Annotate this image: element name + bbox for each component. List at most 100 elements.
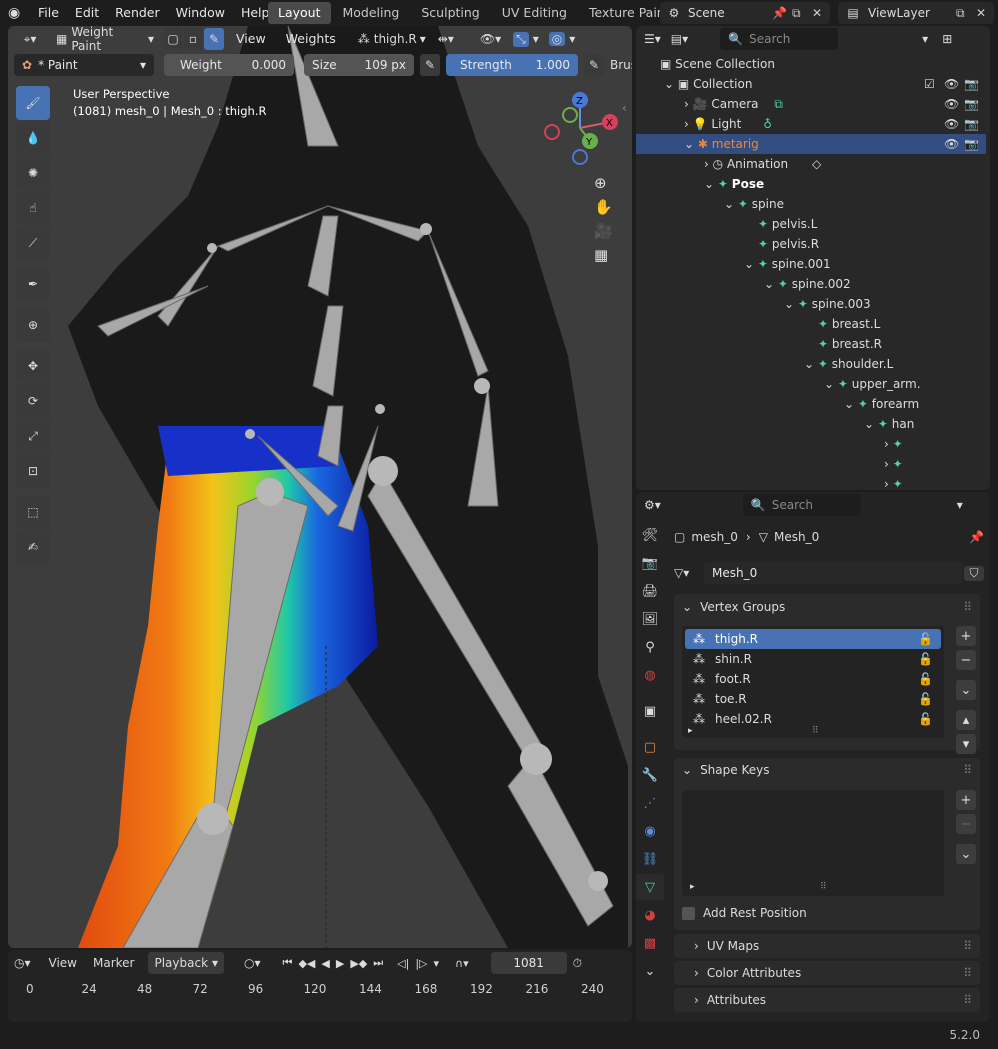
smear-tool[interactable]: ☝ — [16, 191, 50, 225]
tree-row-pose[interactable]: ⌄ ✦ Pose — [636, 174, 986, 194]
tab-material[interactable]: ◕ — [636, 902, 664, 928]
chevron-down-icon[interactable]: ▾ — [957, 498, 963, 512]
annotate-tool[interactable]: ✍ — [16, 530, 50, 564]
playback-menu[interactable]: Playback ▾ — [148, 952, 225, 974]
chevron-down-icon[interactable]: ⌄ — [804, 357, 814, 371]
chevron-right-icon[interactable]: › — [684, 117, 689, 131]
tree-row-bone[interactable]: ✦ pelvis.L — [636, 214, 986, 234]
tab-uv-editing[interactable]: UV Editing — [492, 2, 577, 24]
camera-render-icon[interactable]: 📷 — [964, 74, 979, 94]
chevron-down-icon[interactable]: ▾ — [433, 957, 439, 970]
menu-window[interactable]: Window — [168, 0, 233, 26]
chevron-right-icon[interactable]: › — [884, 477, 889, 490]
list-item[interactable]: ⁂ thigh.R 🔓 — [685, 629, 941, 649]
chevron-down-icon[interactable]: ⌄ — [664, 77, 674, 91]
chevron-down-icon[interactable]: ▾ — [533, 32, 539, 46]
drag-handle-icon[interactable]: ⠿ — [963, 600, 972, 614]
timeline-ruler[interactable]: 0 24 48 72 96 120 144 168 192 216 240 — [8, 980, 632, 1020]
gizmo-toggle-icon[interactable]: ⤡ — [513, 31, 529, 47]
bone-select-button[interactable]: ✎ — [204, 28, 224, 50]
move-down-button[interactable]: ▾ — [956, 734, 976, 754]
triangle-right-icon[interactable]: ▸ — [690, 882, 695, 892]
checkbox-icon[interactable] — [682, 906, 695, 920]
chevron-down-icon[interactable]: ⌄ — [764, 277, 774, 291]
3d-viewport[interactable]: ⌖▾ ▦ Weight Paint ▾ ▢ ▫ ✎ View Weights ⁂… — [8, 26, 632, 948]
tab-view-layer[interactable]: 🖼 — [636, 606, 664, 632]
select-box-tool[interactable]: ⬚ — [16, 495, 50, 529]
tree-row-animation[interactable]: › ◷ Animation ◇ — [636, 154, 986, 174]
blender-logo-icon[interactable]: ◉ — [8, 5, 30, 21]
prev-frame-icon[interactable]: ◁| — [397, 957, 409, 970]
chevron-right-icon[interactable]: › — [884, 457, 889, 471]
symmetry-icon[interactable]: ⇹▾ — [438, 32, 454, 46]
drag-handle-icon[interactable]: ⠿ — [963, 961, 972, 985]
prev-keyframe-icon[interactable]: ◆◀ — [298, 957, 315, 970]
tree-row-bone[interactable]: ✦ breast.R — [636, 334, 986, 354]
camera-render-icon[interactable]: 📷 — [964, 94, 979, 114]
clock-icon[interactable]: ⏱ — [573, 956, 582, 971]
tab-particles[interactable]: ⋰ — [636, 790, 664, 816]
tree-row-metarig[interactable]: ⌄ ✱ metarig 👁 📷 — [636, 134, 986, 154]
timeline[interactable]: ◷▾ View Marker Playback ▾ ○▾ ⏮ ◆◀ ◀ ▶ ▶◆… — [8, 950, 632, 1022]
rotate-tool[interactable]: ⟳ — [16, 384, 50, 418]
scene-selector[interactable]: ⚙ Scene 📌 ⧉ ✕ — [660, 2, 830, 24]
navigation-gizmo[interactable]: Z X Y — [540, 90, 626, 168]
tab-object[interactable]: ▢ — [636, 734, 664, 760]
tab-scene[interactable]: ⚲ — [636, 634, 664, 660]
overlay-toggle-icon[interactable]: ◎ — [548, 32, 566, 46]
pressure-size-icon[interactable]: ✎ — [420, 54, 440, 76]
play-reverse-icon[interactable]: ◀ — [321, 957, 329, 970]
chevron-right-icon[interactable]: › — [884, 437, 889, 451]
editor-type-button[interactable]: ⌖▾ — [14, 28, 46, 50]
vertex-group-menu-button[interactable]: ⌄ — [956, 680, 976, 700]
uv-maps-panel[interactable]: › UV Maps ⠿ — [674, 934, 980, 958]
checkbox-icon[interactable]: ☑ — [924, 74, 935, 94]
eye-icon[interactable]: 👁 — [944, 134, 959, 154]
tree-row-bone[interactable]: › ✦ — [636, 454, 986, 474]
size-field[interactable]: Size 109 px — [304, 54, 414, 76]
eye-icon[interactable]: 👁 — [944, 74, 959, 94]
brush-menu[interactable]: Brus — [610, 58, 632, 72]
chevron-down-icon[interactable]: ⌄ — [744, 257, 754, 271]
tab-output[interactable]: 🖨 — [636, 578, 664, 604]
tab-tool[interactable]: 🛠 — [636, 522, 664, 548]
lock-icon[interactable]: 🔓 — [918, 629, 933, 649]
menu-edit[interactable]: Edit — [67, 0, 107, 26]
jump-end-icon[interactable]: ⏭ — [373, 956, 383, 970]
tree-row-light[interactable]: › 💡 Light ♁ 👁 📷 — [636, 114, 986, 134]
editor-type-icon[interactable]: ☰▾ — [644, 32, 661, 46]
tree-row-bone[interactable]: ✦ breast.L — [636, 314, 986, 334]
close-icon[interactable]: ✕ — [976, 6, 994, 20]
average-tool[interactable]: ✺ — [16, 156, 50, 190]
view-layer-selector[interactable]: ▤ ViewLayer ⧉ ✕ — [838, 2, 994, 24]
resize-handle-icon[interactable]: ⠿ — [820, 882, 827, 892]
snap-icon[interactable]: ∩▾ — [455, 957, 469, 970]
attributes-panel[interactable]: › Attributes ⠿ — [674, 988, 980, 1012]
scale-tool[interactable]: ⤢ — [16, 419, 50, 453]
properties-search[interactable]: 🔍 Search — [742, 494, 861, 516]
tab-modifiers[interactable]: 🔧 — [636, 762, 664, 788]
move-tool[interactable]: ✥ — [16, 349, 50, 383]
lock-icon[interactable]: 🔓 — [918, 669, 933, 689]
tree-row-bone[interactable]: ⌄ ✦ spine.002 — [636, 274, 986, 294]
next-keyframe-icon[interactable]: ▶◆ — [350, 957, 367, 970]
chevron-down-icon[interactable]: ⌄ — [844, 397, 854, 411]
vertex-mask-button[interactable]: ▫ — [184, 28, 202, 50]
shape-key-menu-button[interactable]: ⌄ — [956, 844, 976, 864]
drag-handle-icon[interactable]: ⠿ — [963, 763, 972, 777]
lock-icon[interactable]: 🔓 — [918, 689, 933, 709]
face-mask-button[interactable]: ▢ — [164, 28, 182, 50]
drag-handle-icon[interactable]: ⠿ — [963, 988, 972, 1012]
hand-icon[interactable]: ✋ — [594, 198, 613, 216]
tab-constraints[interactable]: ⛓ — [636, 846, 664, 872]
cursor-tool[interactable]: ⊕ — [16, 308, 50, 342]
camera-render-icon[interactable]: 📷 — [964, 114, 979, 134]
editor-type-icon[interactable]: ◷▾ — [14, 956, 31, 970]
chevron-right-icon[interactable]: › — [704, 157, 709, 171]
chevron-down-icon[interactable]: ⌄ — [704, 177, 714, 191]
shape-key-list[interactable]: ▸ ⠿ — [682, 790, 944, 896]
tree-row-bone[interactable]: › ✦ — [636, 434, 986, 454]
triangle-right-icon[interactable]: ▸ — [688, 726, 693, 736]
tab-data[interactable]: ▽ — [636, 874, 664, 900]
strength-field[interactable]: Strength 1.000 — [446, 54, 578, 76]
